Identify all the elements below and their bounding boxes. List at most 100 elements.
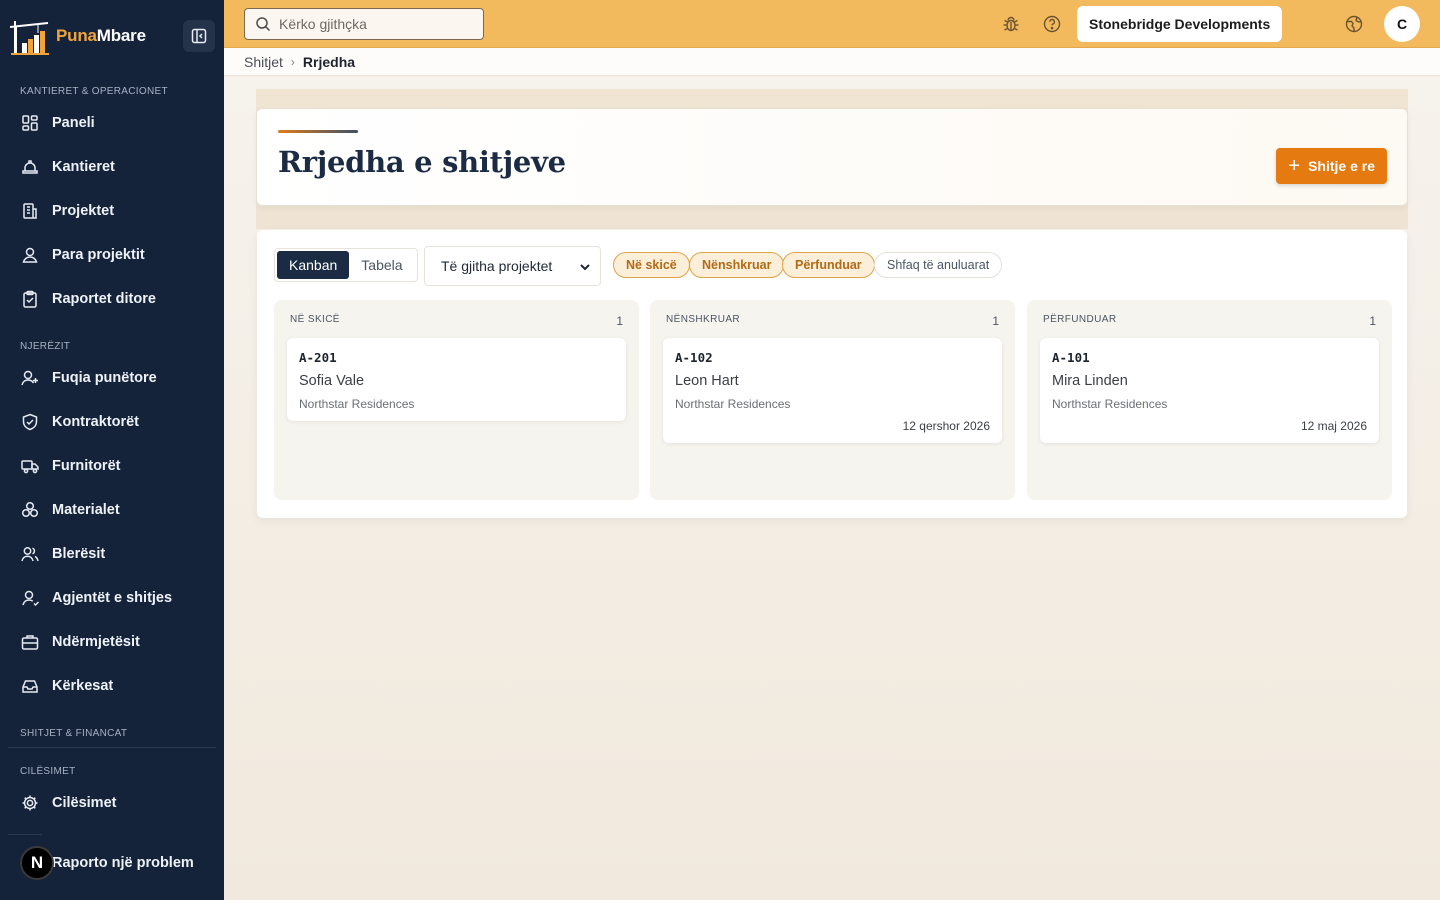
topbar: Stonebridge Developments C <box>224 0 1440 48</box>
sidebar-item-raportet-ditore[interactable]: Raportet ditore <box>20 287 210 311</box>
briefcase-icon <box>21 635 39 650</box>
sidebar-item-label: Kontraktorët <box>52 414 140 430</box>
deal-project: Northstar Residences <box>299 397 415 411</box>
deal-card[interactable]: A-102 Leon Hart Northstar Residences 12 … <box>663 338 1002 443</box>
deal-card[interactable]: A-201 Sofia Vale Northstar Residences <box>287 338 626 421</box>
users-icon <box>21 547 39 562</box>
column-title: NË SKICË <box>290 314 340 325</box>
sidebar-item-label: Projektet <box>52 203 115 219</box>
deal-buyer: Sofia Vale <box>299 373 365 389</box>
project-filter-select[interactable]: Të gjitha projektet <box>424 246 601 286</box>
view-kanban-button[interactable]: Kanban <box>277 251 350 279</box>
sidebar-item-fuqia-punetore[interactable]: Fuqia punëtore <box>20 366 210 390</box>
filter-chip-draft[interactable]: Në skicë <box>613 252 690 278</box>
filter-chip-completed[interactable]: Përfunduar <box>782 252 875 278</box>
new-sale-button[interactable]: + Shitje e re <box>1276 148 1387 184</box>
help-icon[interactable] <box>1042 14 1062 34</box>
deal-card[interactable]: A-101 Mira Linden Northstar Residences 1… <box>1040 338 1379 443</box>
collapse-sidebar-button[interactable] <box>183 20 215 52</box>
sidebar-item-projektet[interactable]: Projektet <box>20 199 210 223</box>
boxes-icon <box>21 501 39 518</box>
kanban-column-completed: PËRFUNDUAR 1 A-101 Mira Linden Northstar… <box>1027 300 1392 500</box>
title-accent-line <box>278 130 358 133</box>
building-icon <box>23 203 37 219</box>
dashboard-icon <box>22 115 38 131</box>
chevron-down-icon <box>580 264 590 271</box>
sidebar-item-label: Kërkesat <box>52 678 114 694</box>
deal-date: 12 qershor 2026 <box>902 419 990 433</box>
sidebar-collapse-icon <box>191 28 207 44</box>
deal-project: Northstar Residences <box>1052 397 1168 411</box>
user-avatar[interactable]: C <box>1384 6 1420 42</box>
breadcrumb: Shitjet › Rrjedha <box>224 48 1440 76</box>
sidebar-item-label: Materialet <box>52 502 120 518</box>
sidebar-item-kantieret[interactable]: Kantieret <box>20 155 210 179</box>
shield-icon <box>22 413 38 431</box>
section-label-settings: CILËSIMET <box>20 766 76 777</box>
user-plus-icon <box>21 370 38 386</box>
sidebar-item-cilesimet[interactable]: Cilësimet <box>20 791 210 815</box>
user-icon <box>22 590 40 607</box>
project-filter-value: Të gjitha projektet <box>441 258 553 274</box>
plus-icon: + <box>1288 155 1301 177</box>
report-problem-label: Raporto një problem <box>52 855 194 871</box>
brand-logo[interactable]: PunaMbare <box>8 16 146 56</box>
sidebar-item-para-projektit[interactable]: Para projektit <box>20 243 210 267</box>
column-title: PËRFUNDUAR <box>1043 314 1117 325</box>
sidebar-item-kontraktoret[interactable]: Kontraktorët <box>20 410 210 434</box>
show-cancelled-toggle[interactable]: Shfaq të anuluarat <box>874 252 1003 278</box>
deal-code: A-201 <box>299 350 337 365</box>
user-pin-icon <box>22 247 38 263</box>
breadcrumb-parent[interactable]: Shitjet <box>244 54 283 70</box>
deal-project: Northstar Residences <box>675 397 791 411</box>
deal-buyer: Mira Linden <box>1052 373 1128 389</box>
brand-name: PunaMbare <box>56 26 146 45</box>
sidebar-item-label: Para projektit <box>52 247 145 263</box>
sidebar-item-label: Ndërmjetësit <box>52 634 140 650</box>
sidebar-item-label: Cilësimet <box>52 795 117 811</box>
sidebar-item-label: Raportet ditore <box>52 291 156 307</box>
deal-date: 12 maj 2026 <box>1300 419 1367 433</box>
section-label-sales-finance: SHITJET & FINANCAT <box>20 728 128 739</box>
crane-logo-icon <box>9 21 49 55</box>
page-title: Rrjedha e shitjeve <box>278 145 566 179</box>
page-header: Rrjedha e shitjeve + Shitje e re <box>256 108 1408 206</box>
main-content: Rrjedha e shitjeve + Shitje e re Kanban … <box>224 77 1440 900</box>
hard-hat-icon <box>22 160 38 174</box>
report-problem-button[interactable]: N Raporto një problem <box>20 846 194 880</box>
sidebar-item-paneli[interactable]: Paneli <box>20 111 210 135</box>
clipboard-icon <box>23 290 37 308</box>
sidebar-item-ndermjetesit[interactable]: Ndërmjetësit <box>20 630 210 654</box>
bug-icon[interactable] <box>1001 14 1021 34</box>
sidebar-divider <box>8 747 216 748</box>
sidebar-item-bleresit[interactable]: Blerësit <box>20 542 210 566</box>
search-icon <box>256 17 271 32</box>
sidebar-item-materialet[interactable]: Materialet <box>20 498 210 522</box>
sidebar-item-label: Fuqia punëtore <box>52 370 157 386</box>
company-switcher-button[interactable]: Stonebridge Developments <box>1077 6 1283 42</box>
deal-code: A-102 <box>675 350 713 365</box>
globe-icon[interactable] <box>1344 14 1364 34</box>
column-count: 1 <box>1369 314 1376 328</box>
sidebar-item-furnitoret[interactable]: Furnitorët <box>20 454 210 478</box>
filter-chip-signed[interactable]: Nënshkruar <box>689 252 785 278</box>
deal-code: A-101 <box>1052 350 1090 365</box>
truck-icon <box>21 460 39 474</box>
kanban-column-signed: NËNSHKRUAR 1 A-102 Leon Hart Northstar R… <box>650 300 1015 500</box>
view-table-button[interactable]: Tabela <box>349 251 414 279</box>
sidebar-item-kerkesat[interactable]: Kërkesat <box>20 674 210 698</box>
breadcrumb-current: Rrjedha <box>302 53 356 70</box>
column-count: 1 <box>616 314 623 328</box>
sidebar-item-label: Agjentët e shitjes <box>52 590 173 606</box>
new-sale-label: Shitje e re <box>1308 158 1375 174</box>
gear-icon <box>22 795 38 811</box>
section-label-operations: KANTIERET & OPERACIONET <box>20 86 168 97</box>
inbox-icon <box>22 680 38 693</box>
sidebar-item-agjentet-e-shitjes[interactable]: Agjentët e shitjes <box>20 586 210 610</box>
sidebar-item-label: Blerësit <box>52 546 106 562</box>
search-box[interactable] <box>244 8 484 40</box>
section-label-people: NJERËZIT <box>20 341 71 352</box>
search-input[interactable] <box>279 16 469 32</box>
column-title: NËNSHKRUAR <box>666 314 741 325</box>
sidebar-item-label: Paneli <box>52 115 95 131</box>
